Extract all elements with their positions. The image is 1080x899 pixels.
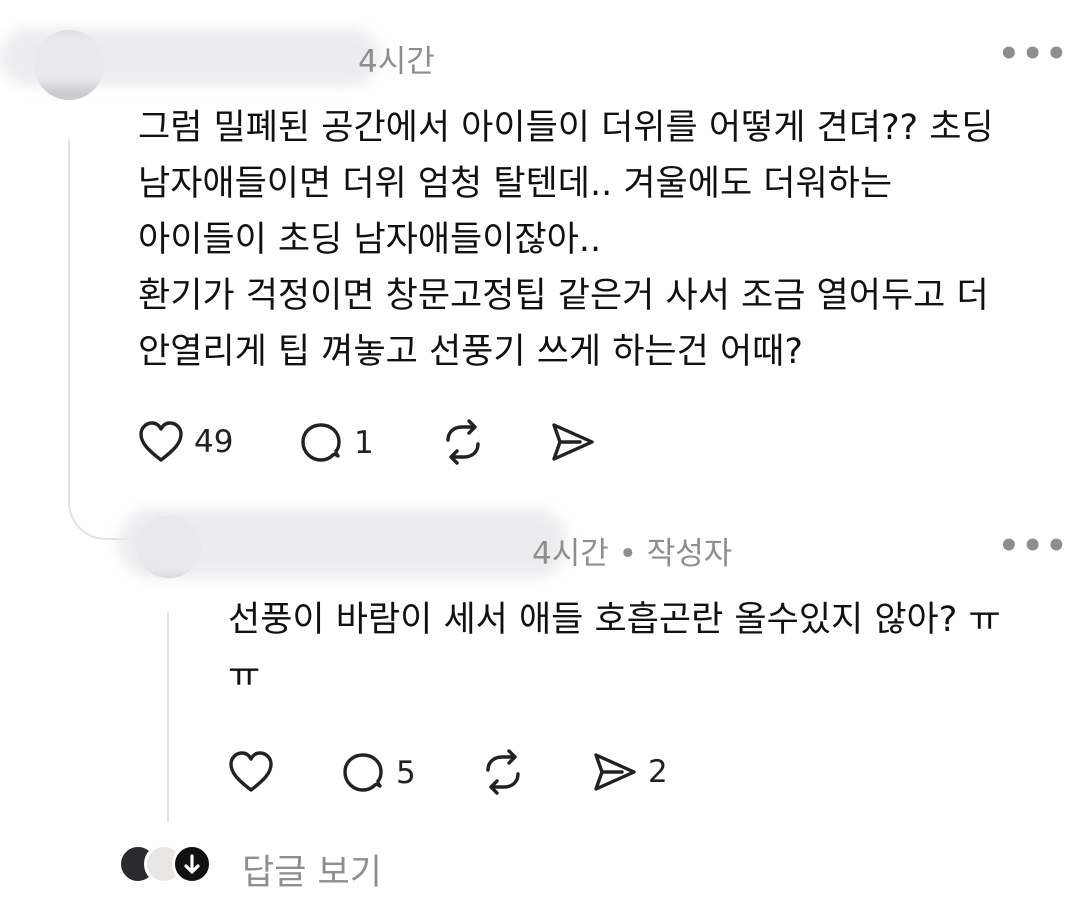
- reply-count: 1: [354, 425, 374, 461]
- view-replies-row[interactable]: 답글 보기: [118, 842, 418, 895]
- username-redacted: [118, 508, 568, 578]
- reply-button[interactable]: 5: [340, 750, 416, 796]
- more-options-button[interactable]: •••: [998, 37, 1069, 71]
- reply-body: 선풍이 바람이 세서 애들 호흡곤란 올수있지 않아? ㅠ ㅠ: [228, 592, 1048, 704]
- arrow-down-icon: [172, 844, 212, 884]
- share-icon: [594, 753, 636, 791]
- share-button[interactable]: [550, 420, 596, 464]
- reply-count: 5: [396, 755, 416, 791]
- repost-button[interactable]: [480, 748, 526, 796]
- comment-body: 그럼 밀폐된 공간에서 아이들이 더위를 어떻게 견뎌?? 초딩 남자애들이면 …: [138, 100, 1058, 380]
- comment-icon: [301, 423, 341, 462]
- like-button[interactable]: [228, 750, 274, 794]
- repost-icon: [446, 419, 480, 465]
- repost-button[interactable]: [440, 418, 486, 466]
- reply-time: 4시간 • 작성자: [532, 536, 733, 572]
- like-count: 49: [194, 424, 234, 460]
- comment-time: 4시간: [358, 44, 435, 80]
- reply-line: ㅠ: [228, 656, 261, 696]
- share-count: 2: [648, 754, 668, 790]
- comment-line: 안열리게 팁 껴놓고 선풍기 쓰게 하는건 어때?: [138, 332, 803, 372]
- comment-line: 그럼 밀폐된 공간에서 아이들이 더위를 어떻게 견뎌?? 초딩: [138, 108, 994, 148]
- view-replies-link[interactable]: 답글 보기: [242, 844, 382, 895]
- reply-line: 선풍이 바람이 세서 애들 호흡곤란 올수있지 않아? ㅠ: [228, 600, 1001, 640]
- more-options-button[interactable]: •••: [998, 529, 1069, 563]
- thread-line: [68, 140, 70, 470]
- heart-icon: [139, 421, 183, 462]
- comment-line: 아이들이 초딩 남자애들이잖아..: [138, 220, 602, 260]
- comment-line: 환기가 걱정이면 창문고정팁 같은거 사서 조금 열어두고 더: [138, 276, 989, 316]
- heart-icon: [229, 751, 273, 792]
- thread-connector: [68, 440, 130, 540]
- share-icon: [552, 423, 594, 461]
- username-redacted: [0, 28, 380, 86]
- reply-button[interactable]: 1: [298, 420, 374, 466]
- like-button[interactable]: 49: [138, 420, 233, 464]
- repost-icon: [486, 749, 520, 795]
- share-button[interactable]: 2: [592, 750, 668, 794]
- comment-icon: [343, 753, 383, 792]
- comment-line: 남자애들이면 더위 엄청 탈텐데.. 겨울에도 더워하는: [138, 164, 893, 204]
- thread-line: [167, 612, 169, 822]
